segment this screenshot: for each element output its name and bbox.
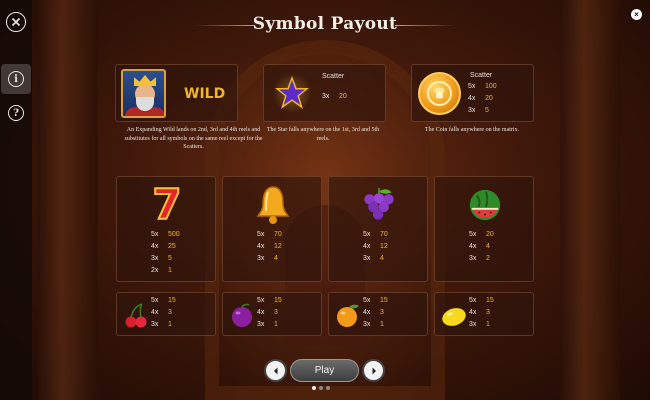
title-decor-line-right (395, 25, 455, 26)
orange-icon (334, 301, 362, 329)
page-dot[interactable] (319, 386, 323, 390)
star-scatter-label: Scatter (322, 73, 345, 80)
payout-row: 4x 20 (468, 95, 493, 102)
payout-row: 3x 1 (469, 321, 490, 328)
previous-page-button[interactable] (264, 359, 287, 382)
star-description: The Star falls anywhere on the 1st, 3rd … (266, 127, 380, 142)
payout-row: 4x 4 (469, 243, 490, 250)
payout-row: 3x 4 (363, 255, 384, 262)
page-indicator (312, 386, 330, 390)
payout-row: 4x 3 (363, 309, 384, 316)
coin-scatter-label: Scatter (470, 72, 493, 79)
payout-row: 4x 3 (469, 309, 490, 316)
info-icon: i (8, 71, 24, 87)
coin-description: The Coin falls anywhere on the matrix. (424, 127, 520, 133)
bell-symbol-panel: 5x 70 4x 12 3x 4 (222, 176, 322, 282)
payout-row: 4x 12 (363, 243, 388, 250)
cherries-icon (122, 301, 150, 329)
payout-row: 3x 4 (257, 255, 278, 262)
play-button[interactable]: Play (290, 359, 359, 382)
plum-symbol-panel: 5x 15 4x 3 3x 1 (222, 292, 322, 336)
star-icon (272, 73, 312, 113)
star-scatter-panel: Scatter 3x 20 (263, 64, 386, 122)
payout-row: 5x 500 (151, 231, 180, 238)
payout-row: 5x 70 (257, 231, 282, 238)
coin-scatter-panel: ♛ Scatter 5x 100 4x 20 3x 5 (411, 64, 534, 122)
wild-label: WILD (184, 86, 226, 102)
seven-symbol-panel: 7 5x 500 4x 25 3x 5 2x 1 (116, 176, 216, 282)
payout-row: 3x 5 (468, 107, 489, 114)
watermelon-icon (467, 183, 503, 227)
grapes-symbol-panel: 5x 70 4x 12 3x 4 (328, 176, 428, 282)
payout-row: 3x 5 (151, 255, 172, 262)
payout-row: 3x 20 (322, 93, 347, 100)
page-dot[interactable] (312, 386, 316, 390)
chevron-left-icon (273, 367, 277, 374)
help-icon: ? (8, 105, 24, 121)
page-dot[interactable] (326, 386, 330, 390)
next-page-button[interactable] (362, 359, 385, 382)
lemon-icon (440, 301, 468, 329)
wild-panel: WILD (115, 64, 238, 122)
sidebar: i ? (0, 0, 32, 400)
payout-row: 4x 3 (257, 309, 278, 316)
payout-row: 5x 15 (363, 297, 388, 304)
cherries-symbol-panel: 5x 15 4x 3 3x 1 (116, 292, 216, 336)
payout-row: 5x 15 (257, 297, 282, 304)
payout-row: 3x 1 (151, 321, 172, 328)
plum-icon (228, 301, 256, 329)
king-wild-icon (121, 69, 166, 118)
seven-icon: 7 (151, 180, 182, 229)
wild-description: An Expanding Wild lands on 2nd, 3rd and … (124, 127, 263, 150)
payout-row: 5x 70 (363, 231, 388, 238)
payout-row: 5x 100 (468, 83, 497, 90)
watermelon-symbol-panel: 5x 20 4x 4 3x 2 (434, 176, 534, 282)
background-pillar-right (560, 0, 620, 400)
payout-row: 5x 20 (469, 231, 494, 238)
lemon-symbol-panel: 5x 15 4x 3 3x 1 (434, 292, 534, 336)
payout-row: 3x 1 (363, 321, 384, 328)
payout-row: 4x 12 (257, 243, 282, 250)
payout-row: 2x 1 (151, 267, 172, 274)
title-bar: Symbol Payout (0, 14, 650, 36)
payout-row: 4x 25 (151, 243, 176, 250)
payout-row: 5x 15 (469, 297, 494, 304)
info-button[interactable]: i (1, 64, 31, 94)
chevron-right-icon (372, 367, 376, 374)
orange-symbol-panel: 5x 15 4x 3 3x 1 (328, 292, 428, 336)
payout-row: 3x 2 (469, 255, 490, 262)
page-title: Symbol Payout (252, 14, 398, 34)
help-button[interactable]: ? (2, 99, 30, 127)
payout-row: 3x 1 (257, 321, 278, 328)
grapes-icon (361, 183, 397, 227)
coin-icon: ♛ (418, 72, 461, 115)
payout-row: 5x 15 (151, 297, 176, 304)
bell-icon (255, 183, 291, 227)
background-pillar-left (38, 0, 98, 400)
payout-row: 4x 3 (151, 309, 172, 316)
